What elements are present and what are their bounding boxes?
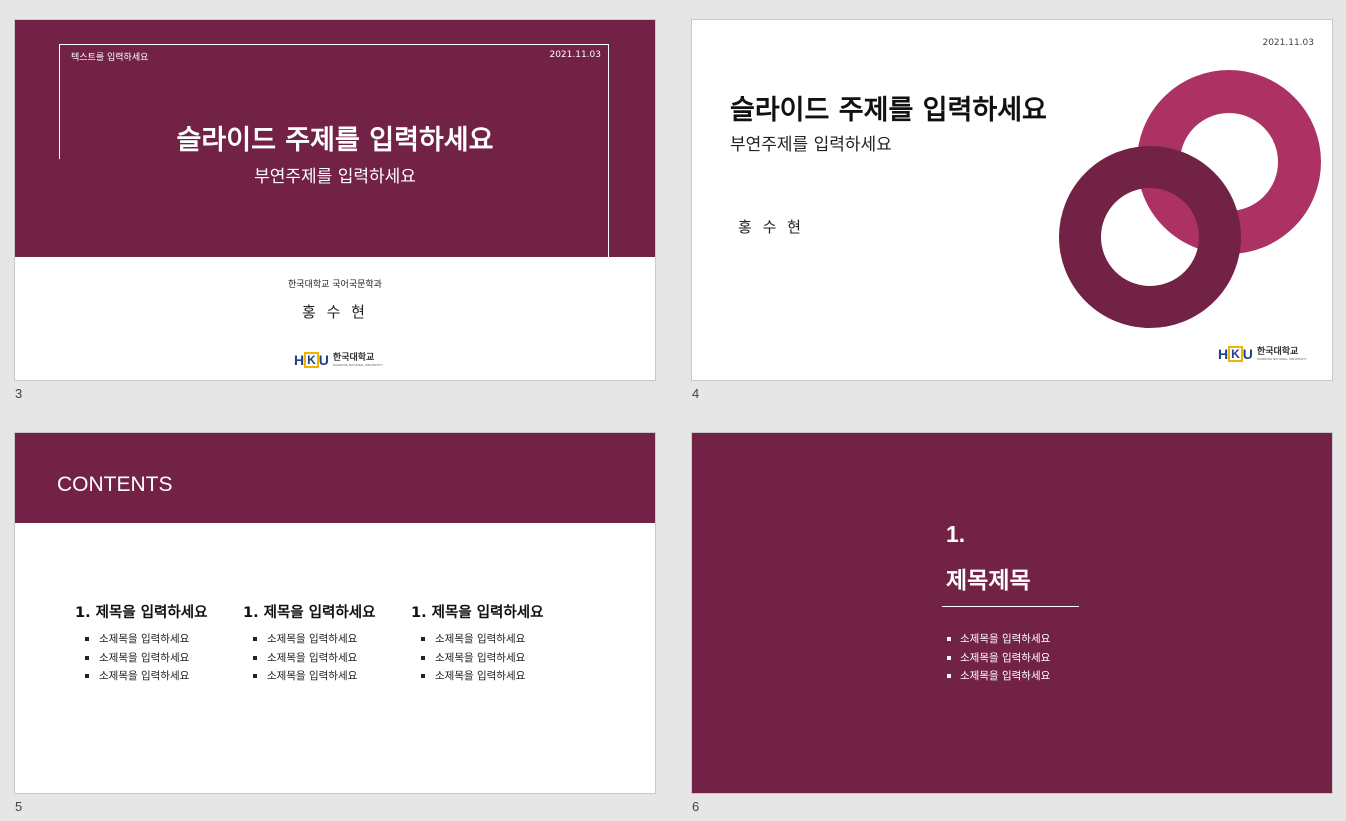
tag-text: 텍스트를 입력하세요 — [71, 53, 149, 63]
section-number: 1. — [946, 521, 966, 547]
list-item: 소제목을 입력하세요 — [253, 630, 403, 649]
double-ring-graphic — [1059, 70, 1321, 328]
date-text: 2021.11.03 — [1262, 38, 1314, 48]
slide-subtitle: 부연주제를 입력하세요 — [730, 135, 892, 155]
list-item: 소제목을 입력하세요 — [421, 667, 571, 686]
date-text: 2021.11.03 — [549, 50, 601, 60]
slide-subtitle: 부연주제를 입력하세요 — [254, 167, 416, 187]
list-item: 소제목을 입력하세요 — [421, 649, 571, 668]
slide-number-5: 5 — [15, 799, 23, 814]
list-item: 소제목을 입력하세요 — [946, 630, 1050, 649]
dark-ring — [1059, 146, 1241, 328]
slide-thumbnail-5[interactable]: CONTENTS 1. 제목을 입력하세요 소제목을 입력하세요 소제목을 입력… — [14, 432, 656, 794]
slide-number-6: 6 — [692, 799, 700, 814]
slide-thumbnail-3[interactable]: 텍스트를 입력하세요 2021.11.03 슬라이드 주제를 입력하세요 부연주… — [14, 19, 656, 381]
university-logo: HKU 한국대학교 HANKOOK NATIONAL UNIVERSITY — [294, 352, 383, 368]
logo-english: HANKOOK NATIONAL UNIVERSITY — [1256, 357, 1307, 361]
column-title: 1. 제목을 입력하세요 — [75, 605, 208, 621]
slide-title: 슬라이드 주제를 입력하세요 — [176, 125, 494, 156]
list-item: 소제목을 입력하세요 — [253, 667, 403, 686]
column-title: 1. 제목을 입력하세요 — [411, 605, 544, 621]
slide-number-4: 4 — [692, 386, 700, 401]
slide-number-3: 3 — [15, 386, 23, 401]
contents-heading: CONTENTS — [57, 473, 173, 496]
section-title: 제목제목 — [946, 568, 1031, 594]
slide-thumbnail-4[interactable]: 2021.11.03 슬라이드 주제를 입력하세요 부연주제를 입력하세요 홍 … — [691, 19, 1333, 381]
column-list: 소제목을 입력하세요 소제목을 입력하세요 소제목을 입력하세요 — [75, 630, 235, 686]
column-list: 소제목을 입력하세요 소제목을 입력하세요 소제목을 입력하세요 — [411, 630, 571, 686]
divider — [942, 606, 1079, 607]
list-item: 소제목을 입력하세요 — [421, 630, 571, 649]
contents-column-1: 1. 제목을 입력하세요 소제목을 입력하세요 소제목을 입력하세요 소제목을 … — [75, 601, 235, 686]
department-text: 한국대학교 국어국문학과 — [288, 280, 382, 290]
list-item: 소제목을 입력하세요 — [253, 649, 403, 668]
column-title: 1. 제목을 입력하세요 — [243, 605, 376, 621]
list-item: 소제목을 입력하세요 — [85, 649, 235, 668]
contents-column-2: 1. 제목을 입력하세요 소제목을 입력하세요 소제목을 입력하세요 소제목을 … — [243, 601, 403, 686]
slide-thumbnail-6[interactable]: 1. 제목제목 소제목을 입력하세요 소제목을 입력하세요 소제목을 입력하세요 — [691, 432, 1333, 794]
slide-title: 슬라이드 주제를 입력하세요 — [730, 95, 1047, 126]
contents-column-3: 1. 제목을 입력하세요 소제목을 입력하세요 소제목을 입력하세요 소제목을 … — [411, 601, 571, 686]
university-logo: HKU 한국대학교 HANKOOK NATIONAL UNIVERSITY — [1218, 346, 1307, 362]
logo-name: 한국대학교 — [1256, 347, 1299, 357]
section-list: 소제목을 입력하세요 소제목을 입력하세요 소제목을 입력하세요 — [946, 630, 1050, 686]
column-list: 소제목을 입력하세요 소제목을 입력하세요 소제목을 입력하세요 — [243, 630, 403, 686]
logo-english: HANKOOK NATIONAL UNIVERSITY — [332, 363, 383, 367]
presenter-name: 홍 수 현 — [302, 303, 368, 321]
list-item: 소제목을 입력하세요 — [85, 667, 235, 686]
list-item: 소제목을 입력하세요 — [946, 667, 1050, 686]
logo-mark-icon: HKU — [294, 352, 329, 368]
logo-name: 한국대학교 — [332, 353, 375, 363]
presenter-name: 홍 수 현 — [738, 218, 804, 236]
list-item: 소제목을 입력하세요 — [85, 630, 235, 649]
list-item: 소제목을 입력하세요 — [946, 649, 1050, 668]
logo-mark-icon: HKU — [1218, 346, 1253, 362]
